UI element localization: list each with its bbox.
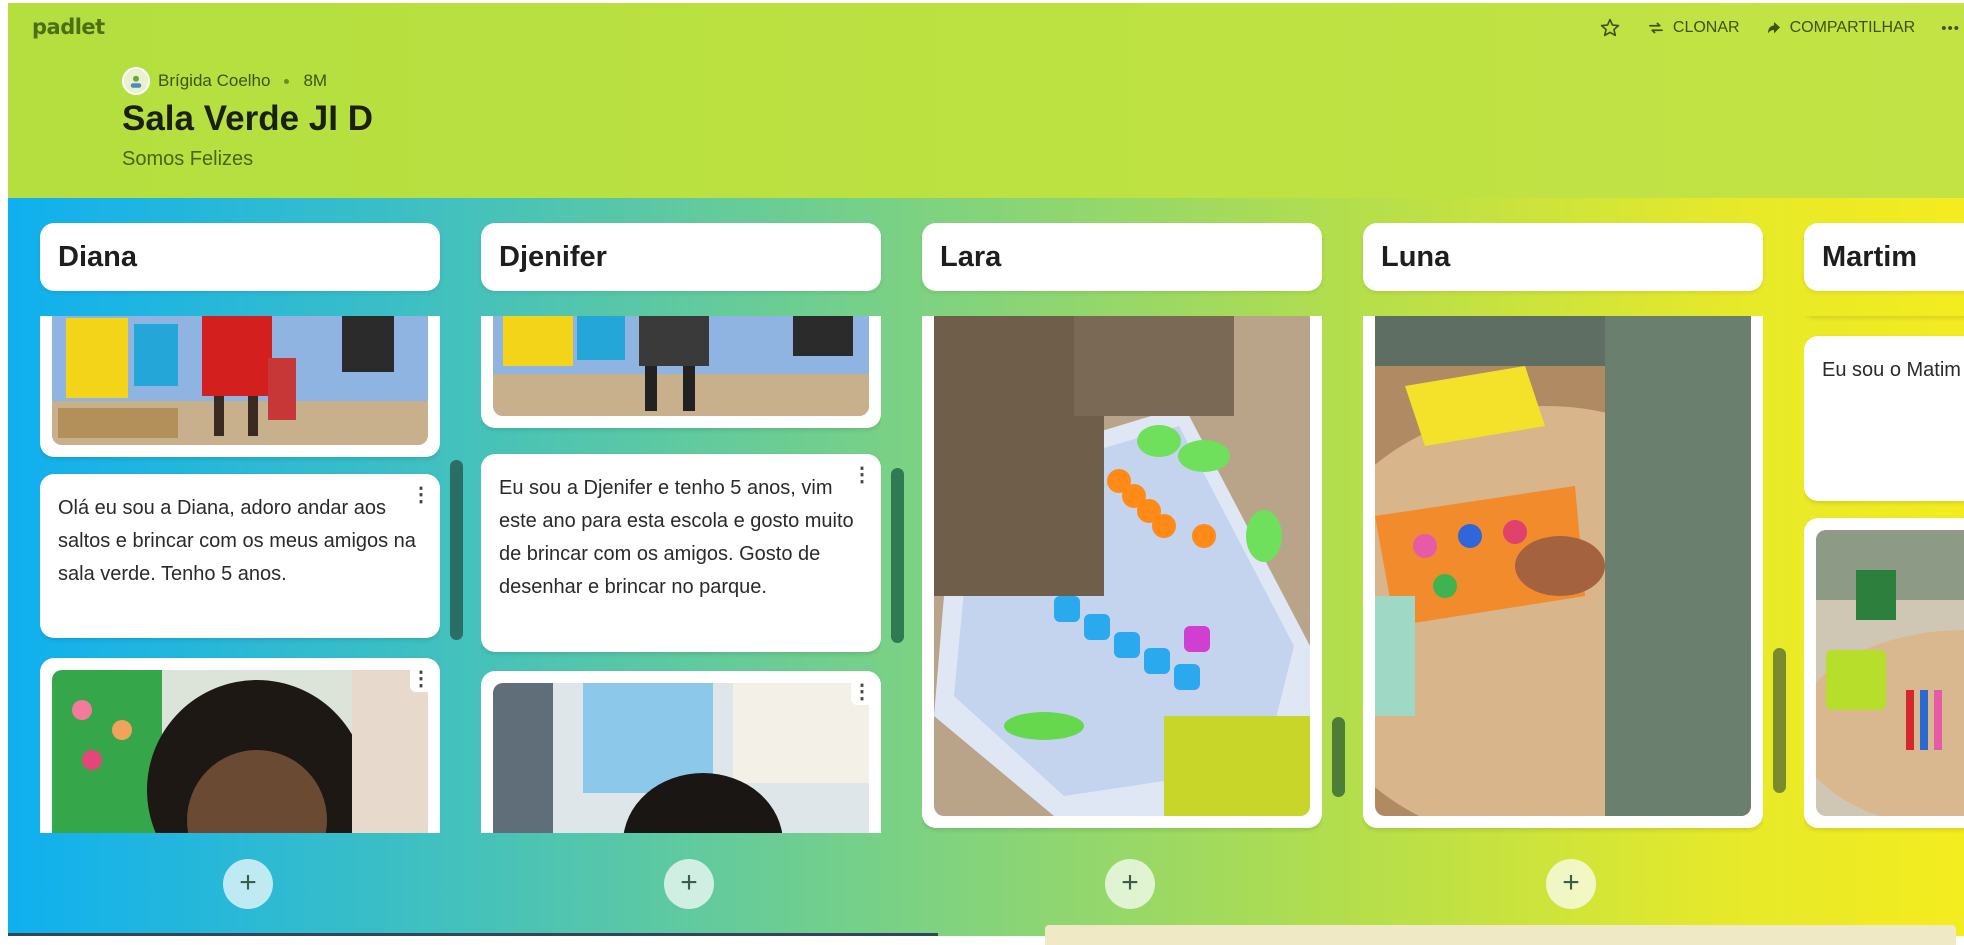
column-header[interactable]: Luna (1363, 223, 1763, 291)
avatar[interactable] (122, 67, 150, 95)
separator-dot (284, 78, 290, 84)
column-djenifer: Djenifer Eu sou a Djenifer e tenho 5 ano… (481, 223, 904, 909)
classroom-photo-icon (1816, 530, 1964, 816)
padlet-frame: padlet CLONAR COMPARTILHAR ••• Brígida C… (8, 3, 1964, 936)
plus-icon: + (680, 866, 698, 899)
classroom-photo-icon (493, 316, 869, 416)
clone-label: CLONAR (1672, 19, 1740, 36)
bottom-notice-bar[interactable] (1045, 925, 1956, 945)
post-image[interactable] (493, 316, 869, 416)
more-menu-button[interactable]: ••• (1941, 20, 1960, 37)
board-canvas: Diana Olá eu sou a Diana, adoro andar ao… (8, 198, 1964, 936)
column-header[interactable]: Martim (1804, 223, 1964, 291)
post-photo[interactable] (481, 316, 881, 428)
add-post-button[interactable]: + (1546, 859, 1596, 909)
share-button[interactable]: COMPARTILHAR (1766, 19, 1916, 37)
add-post-button[interactable]: + (223, 859, 273, 909)
column-posts[interactable] (1363, 316, 1763, 833)
post-time: 8M (303, 71, 328, 90)
padlet-logo[interactable]: padlet (32, 15, 105, 39)
column-scrollbar[interactable] (891, 468, 904, 643)
post-image[interactable] (52, 316, 428, 445)
board-subtitle: Somos Felizes (122, 148, 254, 170)
classroom-photo-icon (493, 683, 869, 833)
board-header: padlet CLONAR COMPARTILHAR ••• Brígida C… (8, 3, 1964, 198)
post-photo[interactable] (922, 316, 1322, 828)
share-label: COMPARTILHAR (1789, 19, 1916, 36)
add-post-button[interactable]: + (664, 859, 714, 909)
column-scrollbar[interactable] (450, 460, 463, 640)
add-post-button[interactable]: + (1105, 859, 1155, 909)
post-image[interactable] (1375, 316, 1751, 816)
post-image[interactable] (934, 316, 1310, 816)
column-luna: Luna + (1363, 223, 1786, 909)
bottom-edge-strip (8, 933, 938, 936)
post-image[interactable] (1816, 530, 1964, 816)
column-posts[interactable]: Eu sou a Djenifer e tenho 5 anos, vim es… (481, 316, 881, 833)
clone-button[interactable]: CLONAR (1647, 19, 1740, 37)
classroom-photo-icon (52, 316, 428, 445)
post-photo[interactable] (1804, 518, 1964, 828)
post-body: Eu sou a Djenifer e tenho 5 anos, vim es… (499, 477, 854, 598)
column-header[interactable]: Diana (40, 223, 440, 291)
column-lara: Lara + (922, 223, 1345, 909)
clone-icon (1648, 22, 1663, 34)
column-posts[interactable]: Eu sou o Matim e tenho 5 anos mas vou fa… (1804, 316, 1964, 833)
column-header[interactable]: Lara (922, 223, 1322, 291)
post-text[interactable]: Eu sou a Djenifer e tenho 5 anos, vim es… (481, 454, 881, 652)
author-name[interactable]: Brígida Coelho (158, 71, 270, 91)
column-martim: Martim Eu sou o Matim e tenho 5 anos mas… (1804, 223, 1964, 828)
post-image[interactable] (493, 683, 869, 833)
post-menu-kebab-icon[interactable]: ⋮ (410, 482, 432, 508)
post-photo[interactable] (1363, 316, 1763, 828)
craft-table-photo-icon (1375, 316, 1751, 816)
plus-icon: + (1562, 866, 1580, 899)
column-header[interactable]: Djenifer (481, 223, 881, 291)
board-author: Brígida Coelho 8M (122, 67, 327, 95)
share-icon (1767, 22, 1780, 34)
child-portrait-photo-icon (52, 670, 428, 833)
post-photo[interactable]: ⋮ (40, 658, 440, 833)
post-body: Eu sou o Matim e tenho 5 anos mas vou fa… (1822, 359, 1964, 381)
board-title: Sala Verde JI D (122, 99, 373, 138)
post-menu-kebab-icon[interactable]: ⋮ (851, 679, 873, 705)
column-scrollbar[interactable] (1773, 648, 1786, 793)
post-menu-kebab-icon[interactable]: ⋮ (851, 462, 873, 488)
column-diana: Diana Olá eu sou a Diana, adoro andar ao… (40, 223, 463, 909)
post-text[interactable]: Olá eu sou a Diana, adoro andar aos salt… (40, 474, 440, 638)
avatar-image-icon (130, 75, 142, 88)
post-text[interactable]: Eu sou o Matim e tenho 5 anos mas vou fa… (1804, 336, 1964, 501)
post-image[interactable] (52, 670, 428, 833)
column-posts[interactable] (922, 316, 1322, 833)
plus-icon: + (239, 866, 257, 899)
post-body: Olá eu sou a Diana, adoro andar aos salt… (58, 497, 416, 585)
more-icon: ••• (1941, 19, 1960, 37)
plus-icon: + (1121, 866, 1139, 899)
column-scrollbar[interactable] (1332, 717, 1345, 797)
star-icon (1600, 18, 1620, 37)
light-table-photo-icon (934, 316, 1310, 816)
post-photo[interactable] (40, 316, 440, 457)
header-actions: CLONAR COMPARTILHAR ••• (1599, 17, 1960, 39)
post-photo[interactable]: ⋮ (481, 671, 881, 833)
column-posts[interactable]: Olá eu sou a Diana, adoro andar aos salt… (40, 316, 440, 833)
favorite-button[interactable] (1599, 17, 1621, 39)
post-menu-kebab-icon[interactable]: ⋮ (410, 666, 432, 692)
